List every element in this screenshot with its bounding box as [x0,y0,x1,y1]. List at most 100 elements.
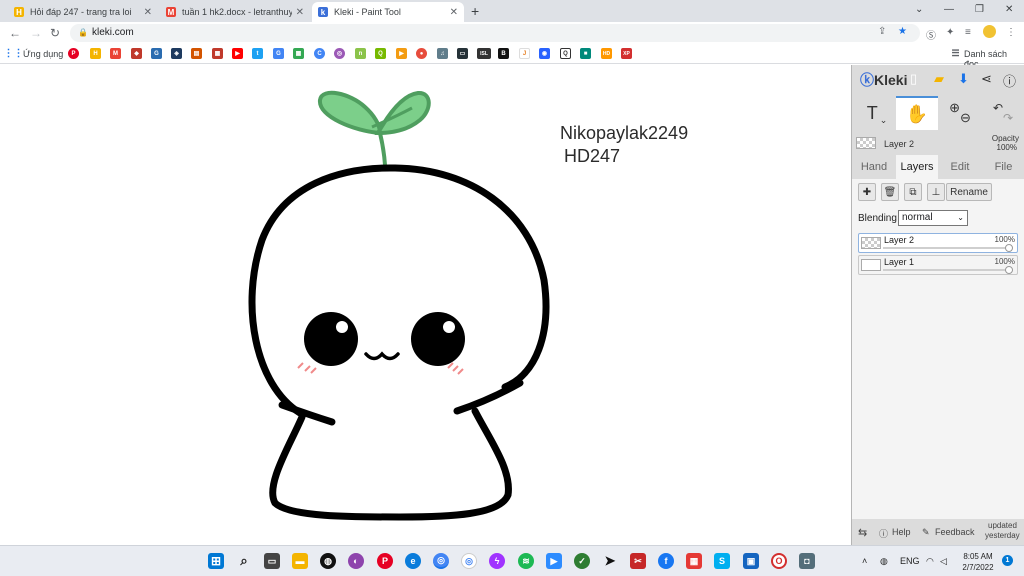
help-link[interactable]: Help [892,527,911,537]
skype-icon[interactable]: S [714,553,730,569]
quiz-icon[interactable]: Q [560,48,571,59]
obs-icon[interactable]: ◍ [320,553,336,569]
camera-icon[interactable]: ◘ [799,553,815,569]
tab-edit[interactable]: Edit [938,155,982,179]
shield-icon[interactable]: ◆ [131,48,142,59]
bookmark-apps-label[interactable]: Ứng dụng [23,49,63,59]
chrome-icon[interactable]: ◎ [433,553,449,569]
close-window-icon[interactable]: ✕ [1005,4,1013,15]
hand-tool-button[interactable]: ✋ [896,96,938,130]
sheets-icon[interactable]: ▦ [293,48,304,59]
search-icon[interactable]: ⌕ [236,553,252,569]
folder-icon[interactable]: ▰ [934,71,944,87]
volume-icon[interactable]: ◁ [940,556,947,567]
reload-icon[interactable]: ↻ [50,26,60,40]
tab-gmail[interactable]: M tuần 1 hk2.docx - letranthuylinh ✕ [160,2,310,22]
opera-icon[interactable]: O [771,553,787,569]
cursor-icon[interactable]: ➤ [602,553,618,569]
google-icon[interactable]: G [273,48,284,59]
windows-start-icon[interactable]: ⊞ [208,553,224,569]
share-icon[interactable]: ⋖ [981,71,992,87]
forward-icon[interactable]: → [30,26,42,40]
play-icon[interactable]: ▶ [396,48,407,59]
task-view-icon[interactable]: ▭ [264,553,280,569]
language-indicator[interactable]: ENG [900,556,920,566]
feedback-icon[interactable]: ✎ [922,527,930,538]
b-icon[interactable]: B [498,48,509,59]
monitor-icon[interactable]: ▣ [743,553,759,569]
apps-grid-icon[interactable]: ⋮⋮ [4,48,24,59]
xp-icon[interactable]: XP [621,48,632,59]
file-explorer-icon[interactable]: ▬ [292,553,308,569]
tab-file[interactable]: File [982,155,1024,179]
rename-button[interactable]: Rename [946,183,992,201]
zoom-icon[interactable]: ▶ [546,553,562,569]
headphones-icon[interactable]: ♫ [437,48,448,59]
undo-redo-buttons[interactable]: ↶ ↷ [984,96,1022,130]
tab-kleki[interactable]: k Kleki - Paint Tool ✕ [312,2,464,22]
close-icon[interactable]: ✕ [450,7,458,18]
chrome-icon[interactable]: ◎ [334,48,345,59]
back-icon[interactable]: ← [9,26,21,40]
green-icon[interactable]: Q [375,48,386,59]
swap-icon[interactable]: ⇆ [858,526,867,539]
grid-icon[interactable]: ▦ [212,48,223,59]
slider-knob[interactable] [1005,266,1013,274]
blending-select[interactable]: normal ⌄ [898,210,968,226]
tab-hoidap[interactable]: H Hỏi đáp 247 - trang tra loi ✕ [8,2,158,22]
messenger-icon[interactable]: ϟ [489,553,505,569]
help-circle-icon[interactable]: ⓘ [1003,71,1016,90]
terminal-icon[interactable]: ▭ [457,48,468,59]
help-circle-icon[interactable]: ⓘ [879,527,888,540]
tab-hand[interactable]: Hand [852,155,896,179]
check-icon[interactable]: ✓ [574,553,590,569]
chevron-up-icon[interactable]: ˄ [862,556,867,566]
hd-icon[interactable]: HD [601,48,612,59]
puzzle-icon[interactable]: ✦ [946,27,954,38]
delete-layer-button[interactable]: 🗑 [881,183,899,201]
facebook-icon[interactable]: f [658,553,674,569]
j-icon[interactable]: J [519,48,530,59]
tray-app-icon[interactable]: ◍ [880,556,888,567]
zoom-buttons[interactable]: ⊕ ⊖ [942,96,978,130]
edge-icon[interactable]: e [405,553,421,569]
close-icon[interactable]: ✕ [296,7,304,18]
gmail-icon[interactable]: M [110,48,121,59]
notification-icon[interactable]: 1 [1002,555,1013,566]
layer-row-layer-2[interactable]: Layer 2 100% [858,233,1018,253]
reading-list-icon[interactable]: ☰ [950,48,961,59]
pinterest-icon[interactable]: P [377,553,393,569]
blue-square-icon[interactable]: ◉ [539,48,550,59]
lock-icon[interactable]: 🔒 [78,28,88,37]
snip-icon[interactable]: ✂ [630,553,646,569]
duplicate-layer-button[interactable]: ⧉ [904,183,922,201]
slider-knob[interactable] [1005,244,1013,252]
zoom-in-icon[interactable]: ⊕ [949,100,960,116]
layer-row-layer-1[interactable]: Layer 1 100% [858,255,1018,275]
h-icon[interactable]: H [90,48,101,59]
red-circle-icon[interactable]: ● [416,48,427,59]
isl-icon[interactable]: ISL [477,48,491,59]
clock[interactable]: 8:05 AM 2/7/2022 [958,551,998,573]
more-icon[interactable]: ⋮ [1006,27,1016,38]
new-tab-button[interactable]: + [471,3,479,19]
avatar[interactable] [983,25,996,38]
merge-layer-button[interactable]: ⊥ [927,183,945,201]
translate-icon[interactable]: G [151,48,162,59]
feedback-link[interactable]: Feedback [935,527,975,537]
teal-icon[interactable]: ■ [580,48,591,59]
drawing-canvas[interactable]: Nikopaylak2249 HD247 [0,65,851,545]
redo-icon[interactable]: ↷ [1003,111,1013,125]
pinterest-icon[interactable]: P [68,48,79,59]
zoom-out-icon[interactable]: ⊖ [960,110,971,126]
star-icon[interactable]: ★ [898,26,907,37]
share-icon[interactable]: ⇪ [878,26,886,37]
layer-opacity-slider[interactable] [883,266,1013,274]
chevron-down-icon[interactable]: ⌄ [915,4,923,15]
circle-icon[interactable]: C [314,48,325,59]
nvidia-icon[interactable]: n [355,48,366,59]
layer-opacity-slider[interactable] [883,244,1013,252]
tab-layers[interactable]: Layers [896,155,938,179]
download-icon[interactable]: ⬇ [958,71,969,87]
restore-icon[interactable]: ❐ [975,4,984,15]
